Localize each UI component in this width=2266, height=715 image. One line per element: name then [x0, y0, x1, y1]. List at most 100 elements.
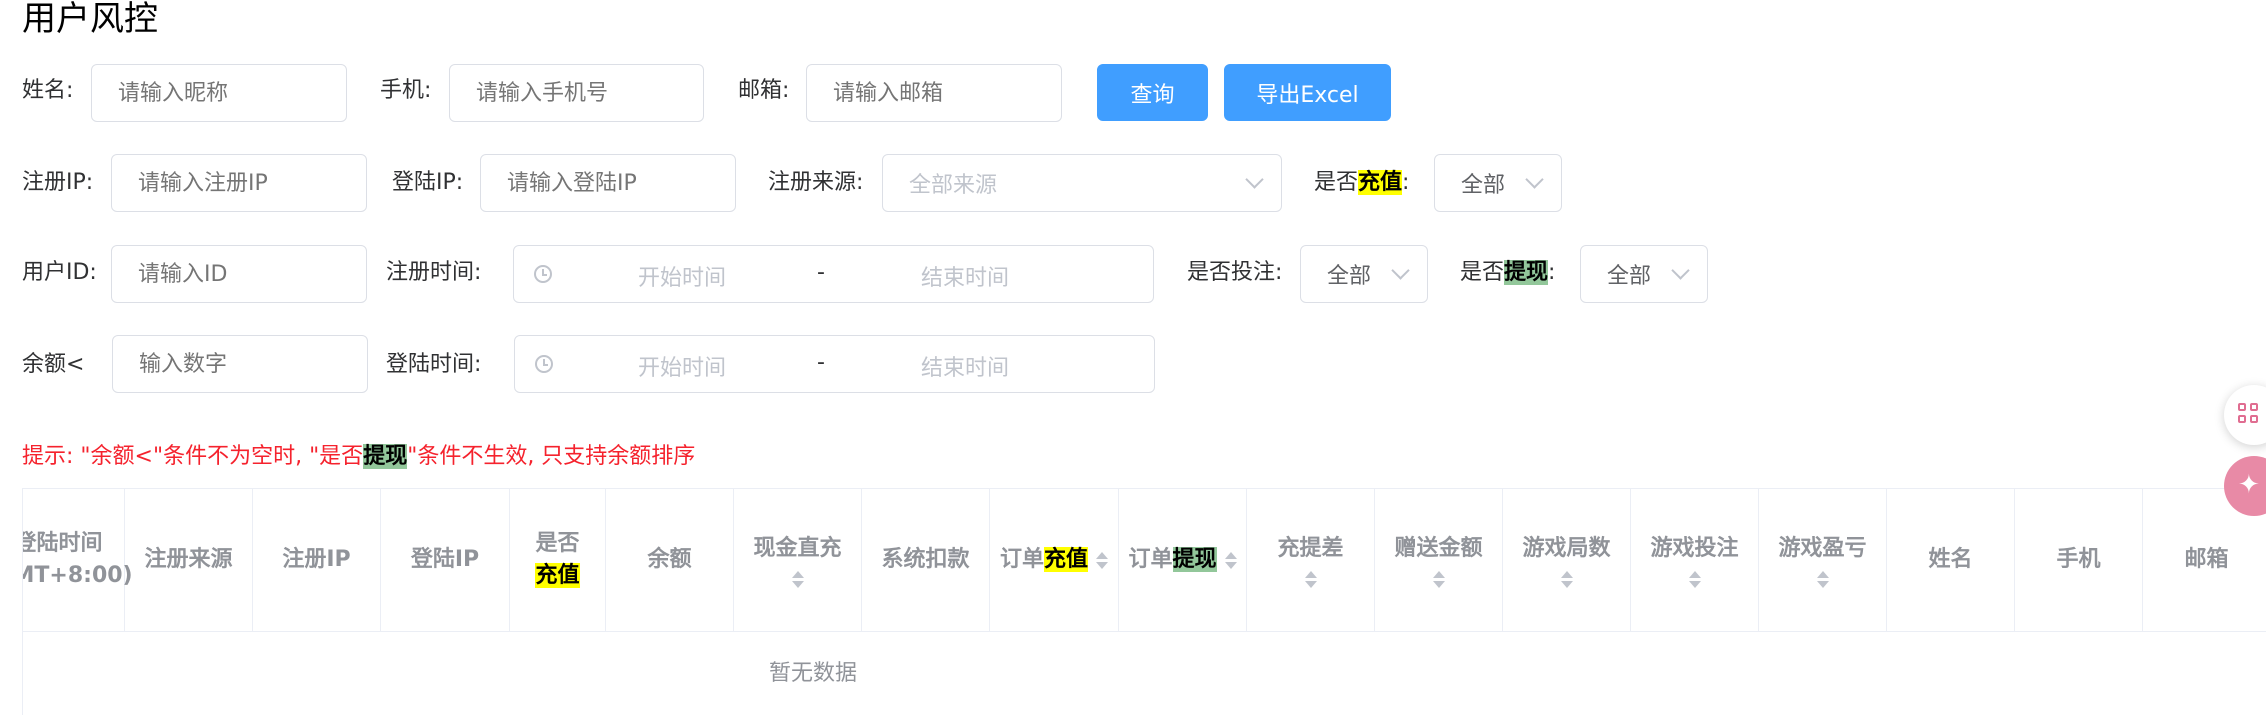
login-time-end[interactable]: 结束时间: [921, 350, 1009, 382]
export-excel-button[interactable]: 导出Excel: [1224, 64, 1391, 121]
col-diff[interactable]: 充提差: [1247, 489, 1375, 631]
email-label: 邮箱:: [738, 78, 790, 103]
balance-tip: 提示: "余额<"条件不为空时, "是否提现"条件不生效, 只支持余额排序: [22, 442, 695, 472]
col-reg-source: 注册来源: [125, 489, 253, 631]
col-name-label: 姓名: [1928, 547, 1973, 572]
col-order-recharge-highlight: 充值: [1044, 547, 1089, 572]
col-phone: 手机: [2015, 489, 2143, 631]
login-time-label: 登陆时间:: [386, 352, 482, 377]
col-game-bet[interactable]: 游戏投注: [1631, 489, 1759, 631]
col-rounds-label: 游戏局数: [1522, 535, 1611, 561]
col-recharged-highlight: 充值: [535, 563, 580, 588]
sort-caret-icon[interactable]: [1560, 570, 1573, 588]
col-login-time: 登陆时间(GMT+8:00): [23, 489, 133, 631]
withdrawn-label-colon: :: [1548, 260, 1556, 285]
login-time-range-picker[interactable]: 开始时间 - 结束时间: [514, 335, 1155, 393]
user-id-label: 用户ID:: [22, 260, 97, 285]
col-gift[interactable]: 赠送金额: [1375, 489, 1503, 631]
star-icon: ✦: [2238, 470, 2260, 500]
chevron-down-icon: [1391, 260, 1410, 280]
user-table: 登陆时间(GMT+8:00) 注册来源 注册IP 登陆IP 是否充值 余额 现金…: [22, 488, 2266, 715]
recharged-label-highlight: 充值: [1358, 170, 1403, 195]
balance-label: 余额<: [22, 352, 85, 377]
col-reg-ip: 注册IP: [253, 489, 381, 631]
recharged-select[interactable]: 全部: [1434, 154, 1562, 212]
chevron-down-icon: [1525, 169, 1544, 189]
tip-post: "条件不生效, 只支持余额排序: [407, 444, 696, 469]
bet-label: 是否投注:: [1187, 260, 1283, 285]
sort-caret-icon[interactable]: [1432, 570, 1445, 588]
col-rounds[interactable]: 游戏局数: [1503, 489, 1631, 631]
reg-time-end[interactable]: 结束时间: [921, 260, 1009, 292]
withdrawn-label-highlight: 提现: [1504, 260, 1549, 285]
empty-state-text: 暂无数据: [768, 661, 857, 686]
tip-pre: 提示: "余额<"条件不为空时, "是否: [22, 444, 364, 469]
tip-highlight: 提现: [363, 444, 408, 469]
chevron-down-icon: [1671, 260, 1690, 280]
login-time-start[interactable]: 开始时间: [638, 350, 726, 382]
login-time-separator: -: [817, 350, 825, 375]
withdrawn-select[interactable]: 全部: [1580, 245, 1708, 303]
name-input[interactable]: [91, 64, 347, 122]
col-reg-source-label: 注册来源: [144, 547, 233, 572]
col-order-recharge-pre: 订单: [999, 547, 1044, 572]
col-cash-recharge[interactable]: 现金直充: [734, 489, 862, 631]
col-recharged-pre: 是否: [535, 531, 580, 556]
reg-source-label: 注册来源:: [768, 170, 864, 195]
reg-ip-input[interactable]: [111, 154, 367, 212]
col-system-deduct: 系统扣款: [862, 489, 990, 631]
chevron-down-icon: [1245, 169, 1264, 189]
grid-widget-button[interactable]: [2224, 385, 2266, 445]
col-order-recharge[interactable]: 订单充值: [990, 489, 1119, 631]
col-order-withdraw[interactable]: 订单提现: [1119, 489, 1247, 631]
col-login-ip-label: 登陆IP: [410, 547, 480, 572]
sort-caret-icon[interactable]: [1096, 551, 1109, 569]
col-game-profit-label: 游戏盈亏: [1778, 535, 1867, 561]
bet-select[interactable]: 全部: [1300, 245, 1428, 303]
col-game-profit[interactable]: 游戏盈亏: [1759, 489, 1887, 631]
clock-icon: [535, 355, 553, 373]
sort-caret-icon[interactable]: [1816, 570, 1829, 588]
grid-icon: [2238, 403, 2260, 425]
reg-time-start[interactable]: 开始时间: [638, 260, 726, 292]
col-login-time-label: 登陆时间(GMT+8:00): [23, 531, 133, 588]
reg-time-range-picker[interactable]: 开始时间 - 结束时间: [513, 245, 1154, 303]
page-title: 用户风控: [22, 0, 158, 39]
login-ip-input[interactable]: [480, 154, 736, 212]
col-balance-label: 余额: [647, 547, 692, 572]
user-id-input[interactable]: [111, 245, 367, 303]
col-recharged: 是否 充值: [510, 489, 606, 631]
col-system-deduct-label: 系统扣款: [881, 547, 970, 572]
query-button[interactable]: 查询: [1097, 64, 1208, 121]
reg-time-label: 注册时间:: [386, 260, 482, 285]
col-cash-recharge-label: 现金直充: [753, 535, 842, 561]
email-input[interactable]: [806, 64, 1062, 122]
reg-source-placeholder: 全部来源: [909, 173, 998, 198]
col-game-bet-label: 游戏投注: [1650, 535, 1739, 561]
login-ip-label: 登陆IP:: [392, 170, 464, 195]
col-balance[interactable]: 余额: [606, 489, 734, 631]
recharged-select-value: 全部: [1461, 173, 1506, 198]
withdrawn-label: 是否提现:: [1460, 258, 1555, 288]
recharged-label-pre: 是否: [1314, 170, 1359, 195]
sort-caret-icon[interactable]: [791, 570, 804, 588]
col-gift-label: 赠送金额: [1394, 535, 1483, 561]
col-phone-label: 手机: [2056, 547, 2101, 572]
sort-caret-icon[interactable]: [1224, 551, 1237, 569]
clock-icon: [534, 265, 552, 283]
withdrawn-select-value: 全部: [1607, 264, 1652, 289]
col-name: 姓名: [1887, 489, 2015, 631]
reg-source-select[interactable]: 全部来源: [882, 154, 1282, 212]
sort-caret-icon[interactable]: [1688, 570, 1701, 588]
reg-time-separator: -: [817, 260, 825, 285]
reg-ip-label: 注册IP:: [22, 170, 94, 195]
phone-input[interactable]: [449, 64, 704, 122]
withdrawn-label-pre: 是否: [1460, 260, 1505, 285]
table-header: 登陆时间(GMT+8:00) 注册来源 注册IP 登陆IP 是否充值 余额 现金…: [23, 489, 2266, 632]
sort-caret-icon[interactable]: [1304, 570, 1317, 588]
recharged-label-colon: :: [1402, 170, 1410, 195]
recharged-label: 是否充值:: [1314, 168, 1409, 198]
balance-input[interactable]: [112, 335, 368, 393]
col-email-label: 邮箱: [2184, 547, 2229, 572]
name-label: 姓名:: [22, 78, 74, 103]
